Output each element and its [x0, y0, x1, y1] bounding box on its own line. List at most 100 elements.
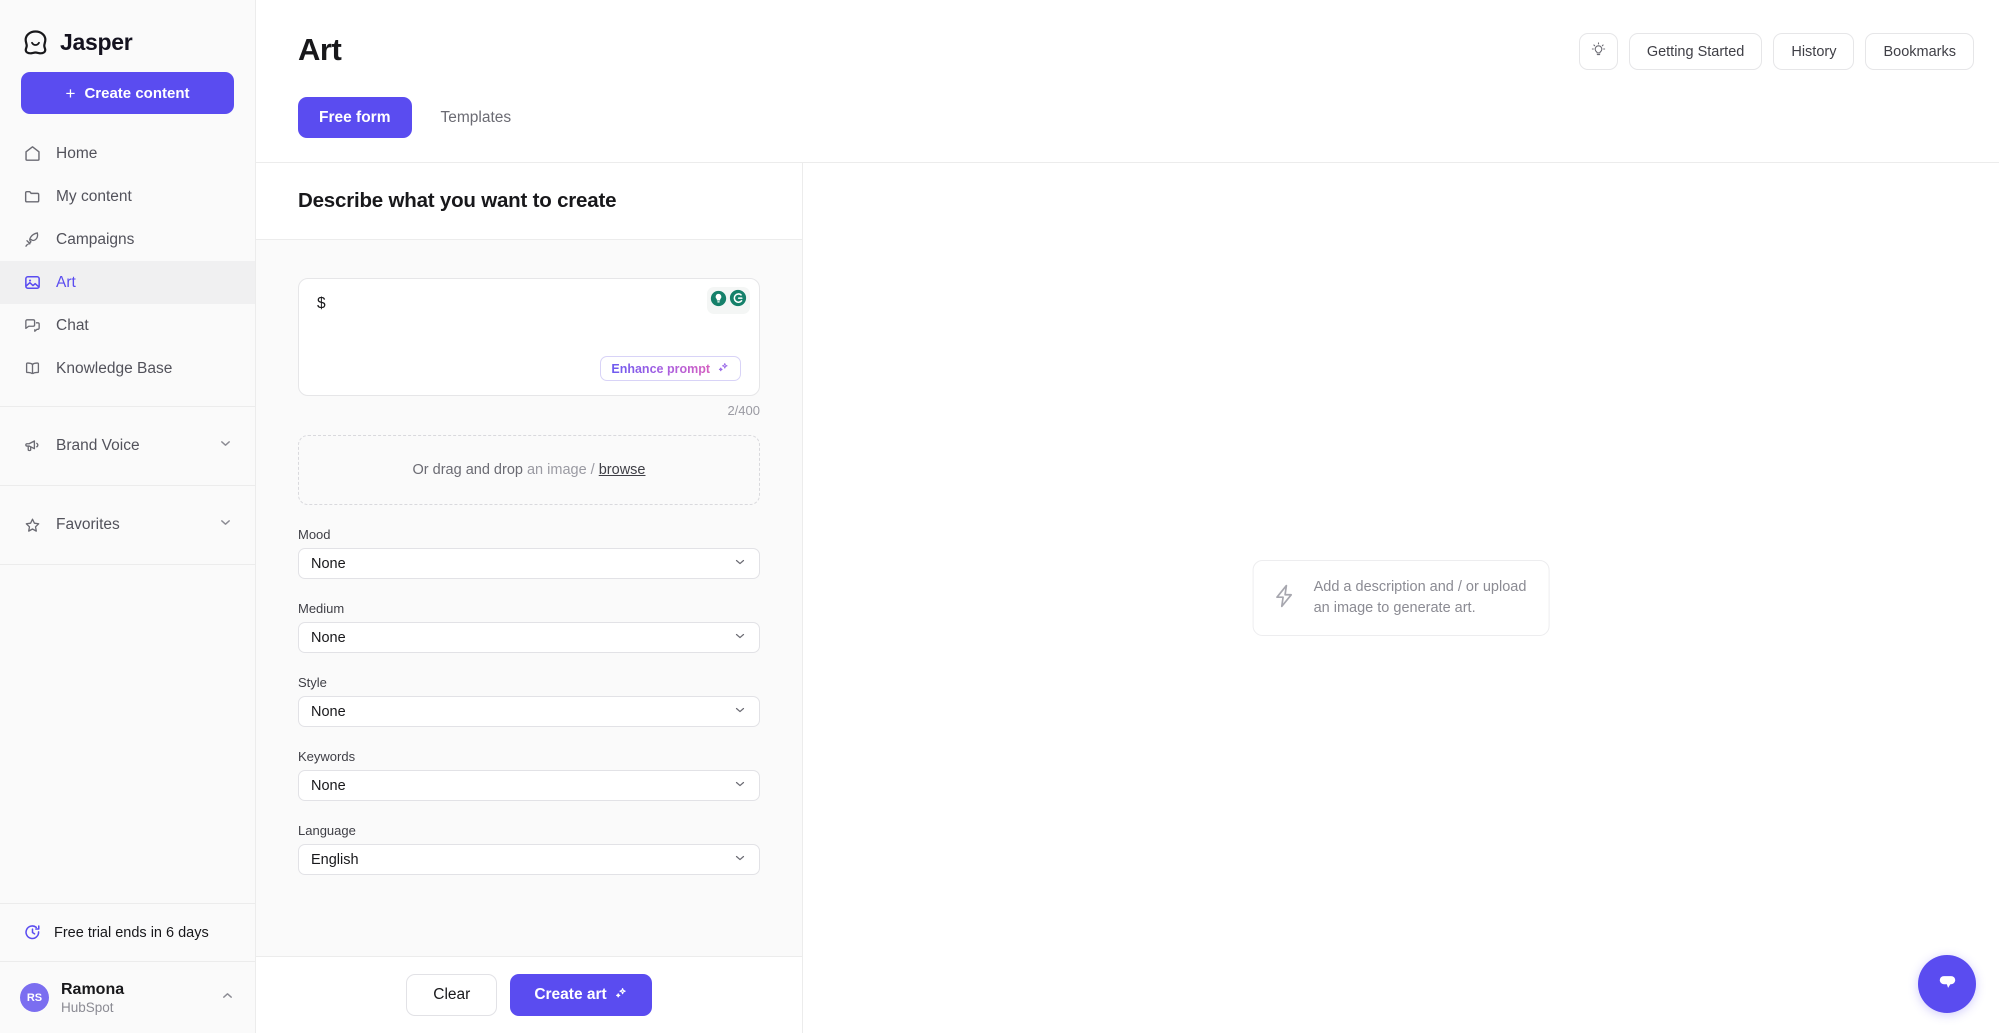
chevron-down-icon: [733, 851, 747, 869]
empty-state: Add a description and / or upload an ima…: [1252, 559, 1550, 637]
main-area: Art Free form Templates Getting Started: [256, 0, 1999, 1033]
sparkle-icon: [717, 361, 730, 377]
keywords-value: None: [311, 777, 346, 794]
grammarly-badge[interactable]: [707, 287, 750, 314]
keywords-select[interactable]: None: [298, 770, 760, 801]
sidebar-item-campaigns-label: Campaigns: [56, 230, 135, 248]
user-profile[interactable]: RS Ramona HubSpot: [0, 961, 255, 1033]
book-icon: [22, 359, 42, 379]
dropzone-lead: Or drag and drop: [412, 462, 523, 478]
form-panel-heading: Describe what you want to create: [298, 189, 617, 212]
prompt-section: $ Enhance prompt 2/400: [298, 278, 760, 418]
prompt-input[interactable]: $ Enhance prompt: [298, 278, 760, 396]
tab-templates[interactable]: Templates: [420, 97, 533, 138]
sidebar-item-art[interactable]: Art: [0, 261, 255, 304]
sidebar-item-knowledge-base[interactable]: Knowledge Base: [0, 347, 255, 390]
form-panel: Describe what you want to create $ Enhan…: [256, 163, 803, 1033]
form-footer: Clear Create art: [256, 956, 802, 1033]
sidebar-item-my-content-label: My content: [56, 187, 132, 205]
folder-icon: [22, 187, 42, 207]
field-medium-label: Medium: [298, 601, 345, 616]
app-root: Jasper + Create content Home My content …: [0, 0, 1999, 1033]
create-art-label: Create art: [534, 986, 607, 1003]
chat-icon: [22, 316, 42, 336]
brand: Jasper: [0, 0, 255, 62]
style-value: None: [311, 703, 346, 720]
jasper-logo-icon: [22, 29, 49, 56]
enhance-prompt-label: Enhance prompt: [611, 361, 710, 376]
sidebar-item-home-label: Home: [56, 144, 98, 162]
form-panel-scroll: $ Enhance prompt 2/400 Or drag and drop …: [256, 240, 802, 956]
field-mood: Mood None: [298, 527, 760, 579]
clear-button[interactable]: Clear: [406, 974, 498, 1016]
lightning-icon: [1272, 583, 1298, 614]
medium-select[interactable]: None: [298, 622, 760, 653]
medium-value: None: [311, 629, 346, 646]
body: Describe what you want to create $ Enhan…: [256, 163, 1999, 1033]
sidebar-item-home[interactable]: Home: [0, 132, 255, 175]
clock-icon: [22, 923, 42, 943]
enhance-prompt-button[interactable]: Enhance prompt: [600, 356, 741, 381]
sparkle-icon: [614, 986, 628, 1005]
top-actions: Getting Started History Bookmarks: [1578, 33, 1974, 70]
field-language-label: Language: [298, 823, 356, 838]
sidebar-item-art-label: Art: [56, 273, 76, 291]
plus-icon: +: [65, 83, 76, 103]
tips-button[interactable]: [1578, 33, 1618, 70]
sidebar-divider-2: [0, 485, 255, 486]
grammarly-lightbulb-icon[interactable]: [710, 290, 727, 312]
chevron-down-icon: [733, 629, 747, 647]
user-name: Ramona: [61, 980, 125, 998]
field-style-label: Style: [298, 675, 327, 690]
field-mood-label: Mood: [298, 527, 331, 542]
form-panel-header: Describe what you want to create: [256, 163, 802, 240]
sidebar-item-brand-voice[interactable]: Brand Voice: [0, 423, 255, 469]
character-counter: 2/400: [727, 403, 760, 418]
sidebar-item-knowledge-base-label: Knowledge Base: [56, 359, 173, 377]
chat-launcher-button[interactable]: [1918, 955, 1976, 1013]
create-content-label: Create content: [84, 84, 190, 102]
image-dropzone[interactable]: Or drag and drop an image / browse: [298, 435, 760, 505]
sidebar-item-chat-label: Chat: [56, 316, 89, 334]
chat-bubble-icon: [1934, 968, 1961, 1000]
sidebar-nav: Home My content Campaigns Art Chat Knowl…: [0, 132, 255, 390]
empty-state-text: Add a description and / or upload an ima…: [1314, 577, 1527, 619]
trial-notice-label: Free trial ends in 6 days: [54, 924, 209, 941]
art-canvas: Add a description and / or upload an ima…: [803, 163, 1999, 1033]
tab-free-form[interactable]: Free form: [298, 97, 412, 138]
rocket-icon: [22, 230, 42, 250]
mood-select[interactable]: None: [298, 548, 760, 579]
trial-notice[interactable]: Free trial ends in 6 days: [0, 903, 255, 961]
sidebar-item-favorites-label: Favorites: [56, 516, 120, 533]
page-title: Art: [298, 32, 342, 67]
sidebar-divider-1: [0, 406, 255, 407]
grammarly-logo-icon[interactable]: [729, 289, 747, 312]
empty-state-line-2: an image to generate art.: [1313, 600, 1476, 616]
sidebar-item-campaigns[interactable]: Campaigns: [0, 218, 255, 261]
chevron-down-icon: [733, 777, 747, 795]
avatar: RS: [20, 983, 49, 1012]
field-medium: Medium None: [298, 601, 760, 653]
tab-bar: Free form Templates: [298, 97, 532, 138]
megaphone-icon: [22, 436, 42, 456]
create-art-button[interactable]: Create art: [510, 974, 652, 1016]
top-bar: Art Free form Templates Getting Started: [256, 0, 1999, 163]
prompt-value: $: [317, 295, 326, 312]
chevron-down-icon: [218, 515, 233, 535]
chevron-up-icon: [220, 988, 235, 1008]
home-icon: [22, 144, 42, 164]
field-keywords-label: Keywords: [298, 749, 356, 764]
bookmarks-button[interactable]: Bookmarks: [1865, 33, 1974, 70]
sidebar-item-favorites[interactable]: Favorites: [0, 502, 255, 548]
create-content-button[interactable]: + Create content: [21, 72, 234, 114]
user-org: HubSpot: [61, 999, 114, 1015]
browse-link[interactable]: browse: [599, 462, 646, 478]
style-select[interactable]: None: [298, 696, 760, 727]
sidebar-item-my-content[interactable]: My content: [0, 175, 255, 218]
language-select[interactable]: English: [298, 844, 760, 875]
sidebar-item-chat[interactable]: Chat: [0, 304, 255, 347]
history-button[interactable]: History: [1773, 33, 1855, 70]
mood-value: None: [311, 555, 346, 572]
getting-started-button[interactable]: Getting Started: [1628, 33, 1763, 70]
